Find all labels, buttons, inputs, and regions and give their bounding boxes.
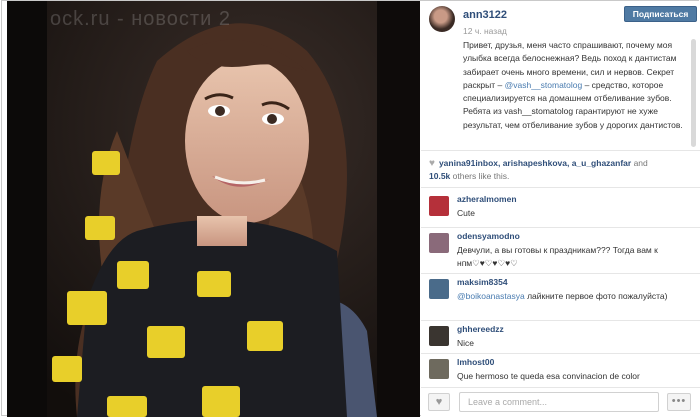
post-header: ann3122 12 ч. назад Подписаться [421,1,700,37]
follow-button[interactable]: Подписаться [624,6,697,22]
comment-text: Девчули, а вы готовы к праздникам??? Тог… [457,245,658,268]
divider [421,150,700,151]
comment-item: lmhost00 Que hermoso te queda esa convin… [421,354,700,385]
ellipsis-icon: ••• [671,395,687,407]
likes-and: and [631,158,648,168]
comment-footer: ♥ ••• [421,387,700,417]
comment-username[interactable]: lmhost00 [457,357,494,367]
post-sidebar: ann3122 12 ч. назад Подписаться Привет, … [421,1,700,417]
post-photo[interactable]: ock.ru - новости 2 [7,1,420,417]
likes-count[interactable]: 10.5k [429,171,450,181]
comment-text-rest: лайкните первое фото пожалуйста) [524,291,668,301]
caption-mention-link[interactable]: @vash__stomatolog [505,80,583,90]
comment-text: Cute [457,208,475,218]
more-options-button[interactable]: ••• [667,393,691,411]
comment-item: ghhereedzz Nice [421,321,700,353]
post-caption: Привет, друзья, меня часто спрашивают, п… [463,39,693,132]
comment-text: Nice [457,338,475,348]
likers-list[interactable]: yanina91inbox, arishapeshkova, a_u_ghaza… [439,158,631,168]
comment-username[interactable]: maksim8354 [457,277,508,287]
comment-text: Que hermoso te queda esa convinacion de … [457,371,640,381]
comment-item: azheralmomen Cute [421,191,700,227]
selfie-image [7,1,420,417]
post-username[interactable]: ann3122 [463,9,507,21]
comment-item: odensyamodno Девчули, а вы готовы к праз… [421,228,700,273]
heart-icon: ♥ [429,158,435,169]
avatar[interactable] [429,196,449,216]
like-button[interactable]: ♥ [428,393,450,411]
avatar[interactable] [429,279,449,299]
likes-summary: ♥ yanina91inbox, arishapeshkova, a_u_ghaz… [429,157,691,182]
comment-username[interactable]: ghhereedzz [457,324,504,334]
comment-input[interactable] [459,392,659,412]
comment-text: @boikoanastasya лайкните первое фото пож… [457,290,682,303]
caption-scrollbar[interactable] [691,39,697,147]
watermark-text: ock.ru - новости 2 [50,8,231,30]
likes-suffix: others like this. [450,171,510,181]
comment-mention-link[interactable]: @boikoanastasya [457,291,525,301]
comment-item: maksim8354 @boikoanastasya лайкните перв… [421,274,700,320]
post-timestamp[interactable]: 12 ч. назад [463,26,507,36]
avatar[interactable] [429,233,449,253]
avatar[interactable] [429,6,455,32]
heart-icon: ♥ [435,396,443,408]
divider [421,187,700,188]
avatar[interactable] [429,326,449,346]
comments-list[interactable]: azheralmomen Cute odensyamodno Девчули, … [421,191,700,385]
comment-username[interactable]: azheralmomen [457,194,517,204]
comment-username[interactable]: odensyamodno [457,231,520,241]
avatar[interactable] [429,359,449,379]
instagram-embed: ock.ru - новости 2 ann3122 12 ч. назад П… [1,0,700,417]
caption-scrollbar-thumb[interactable] [691,39,696,147]
